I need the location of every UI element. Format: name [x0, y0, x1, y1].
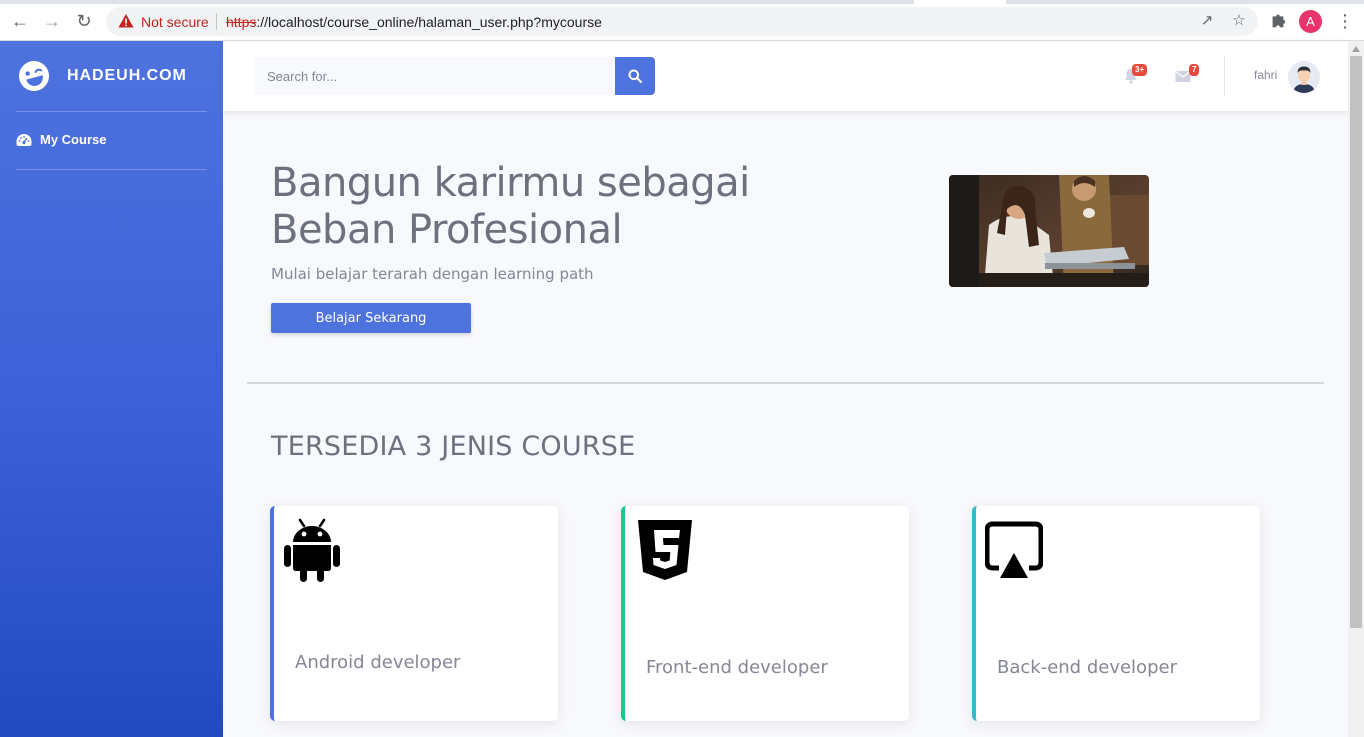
course-card-frontend[interactable]: Front-end developer — [621, 506, 909, 721]
tachometer-icon — [16, 133, 32, 146]
messages-badge: 7 — [1189, 64, 1200, 76]
hero-title-line: Bangun karirmu sebagai — [271, 160, 750, 206]
scroll-thumb[interactable] — [1350, 56, 1362, 628]
topbar-divider — [1224, 55, 1225, 97]
user-avatar[interactable] — [1288, 61, 1320, 93]
course-title: Front-end developer — [646, 657, 828, 678]
sidebar-divider — [16, 111, 207, 112]
start-learning-button[interactable]: Belajar Sekarang — [271, 303, 471, 333]
url-scheme: https — [226, 14, 257, 30]
share-icon[interactable]: ↗ — [1198, 12, 1216, 30]
hero-photo — [949, 175, 1149, 287]
forward-icon[interactable]: → — [41, 10, 63, 32]
hero-subtitle: Mulai belajar terarah dengan learning pa… — [271, 265, 594, 283]
scroll-up-icon[interactable] — [1352, 46, 1360, 52]
topbar: 3+ 7 fahri — [223, 41, 1348, 111]
bookmark-star-icon[interactable]: ☆ — [1230, 12, 1248, 30]
sidebar-item-label: My Course — [40, 132, 107, 147]
course-title: Back-end developer — [997, 657, 1177, 678]
sidebar: HADEUH.COM My Course — [0, 41, 223, 737]
search-form — [255, 57, 655, 95]
section-divider — [247, 382, 1324, 384]
search-button[interactable] — [615, 57, 655, 95]
omnibox-separator — [216, 13, 217, 30]
user-avatar-icon — [1288, 61, 1320, 93]
course-card-android[interactable]: Android developer — [270, 506, 558, 721]
back-icon[interactable]: ← — [9, 10, 31, 32]
laugh-wink-icon — [19, 61, 49, 91]
airplay-icon — [985, 521, 1043, 578]
warning-icon — [118, 14, 134, 28]
user-name[interactable]: fahri — [1254, 68, 1277, 82]
browser-menu-icon[interactable]: ⋮ — [1336, 10, 1354, 32]
sidebar-item-my-course[interactable]: My Course — [16, 132, 106, 147]
alerts-dropdown[interactable]: 3+ — [1123, 64, 1149, 88]
url-text[interactable]: https://localhost/course_online/halaman_… — [226, 14, 602, 30]
course-title: Android developer — [295, 652, 461, 673]
profile-avatar[interactable]: A — [1299, 10, 1322, 33]
page-scrollbar[interactable] — [1348, 41, 1364, 737]
browser-toolbar: ← → ↻ Not secure https://localhost/cours… — [0, 0, 1364, 41]
tab-strip — [0, 0, 1364, 4]
alerts-badge: 3+ — [1132, 64, 1148, 76]
messages-dropdown[interactable]: 7 — [1175, 64, 1201, 88]
reload-icon[interactable]: ↻ — [73, 10, 95, 32]
hero-title: Bangun karirmu sebagai Beban Profesional — [271, 160, 831, 254]
url-path: ://localhost/course_online/halaman_user.… — [256, 14, 602, 30]
html5-icon — [638, 520, 692, 580]
security-status[interactable]: Not secure — [141, 14, 209, 30]
address-bar[interactable]: Not secure https://localhost/course_onli… — [106, 7, 1258, 36]
search-icon — [628, 69, 642, 83]
hero-title-line: Beban Profesional — [271, 207, 623, 253]
brand-link[interactable]: HADEUH.COM — [17, 58, 187, 94]
course-card-backend[interactable]: Back-end developer — [972, 506, 1260, 721]
courses-heading: TERSEDIA 3 JENIS COURSE — [271, 431, 636, 462]
brand-name: HADEUH.COM — [67, 67, 187, 84]
search-input[interactable] — [255, 57, 615, 95]
android-icon — [284, 518, 340, 582]
extensions-puzzle-icon[interactable] — [1268, 11, 1288, 31]
sidebar-divider — [16, 169, 207, 170]
